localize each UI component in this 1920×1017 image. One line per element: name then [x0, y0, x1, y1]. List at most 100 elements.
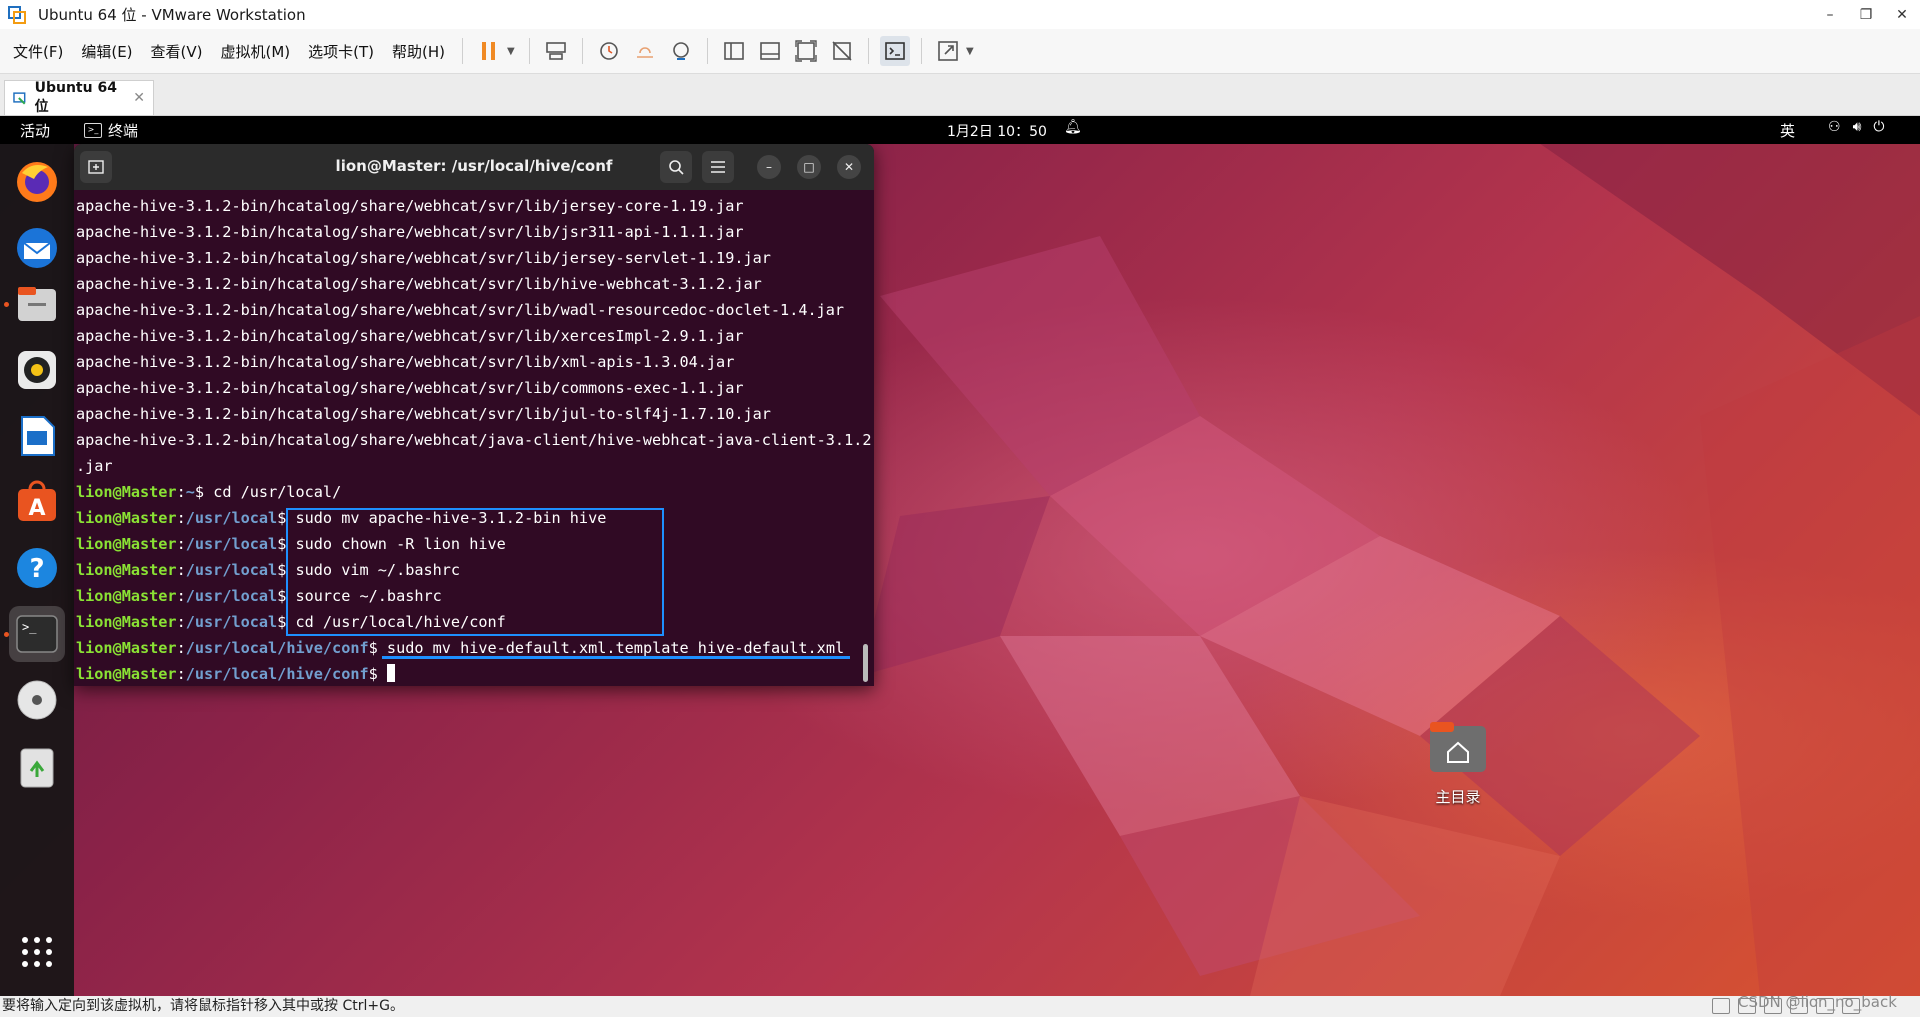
- home-folder-desktop-icon[interactable]: 主目录: [1428, 720, 1488, 807]
- prompt-user: lion@Master: [76, 483, 177, 501]
- power-icon: ⏻: [1873, 119, 1885, 135]
- prompt-dir: /usr/local: [185, 587, 278, 605]
- menu-vm[interactable]: 虚拟机(M): [212, 41, 300, 62]
- command-text: sudo chown -R lion hive: [295, 535, 506, 553]
- hdd-icon[interactable]: [1712, 998, 1730, 1014]
- volume-icon: 🔊︎: [1852, 119, 1862, 135]
- files-icon[interactable]: [9, 276, 65, 332]
- app-menu-label: 终端: [108, 122, 139, 140]
- terminal-title: lion@Master: /usr/local/hive/conf: [335, 157, 613, 175]
- output-line: apache-hive-3.1.2-bin/hcatalog/share/web…: [76, 197, 744, 215]
- snapshot-icon[interactable]: [594, 36, 624, 66]
- trash-icon[interactable]: [9, 738, 65, 794]
- prompt-user: lion@Master: [76, 613, 177, 631]
- prompt-user: lion@Master: [76, 509, 177, 527]
- pause-dropdown-icon[interactable]: ▼: [507, 46, 517, 57]
- terminal-close-icon[interactable]: ✕: [837, 155, 861, 179]
- input-method-indicator[interactable]: 英: [1780, 120, 1795, 141]
- terminal-icon[interactable]: >_: [9, 606, 65, 662]
- menu-edit[interactable]: 编辑(E): [72, 41, 141, 62]
- minimize-button[interactable]: –: [1812, 7, 1848, 23]
- toolbar-separator: [529, 38, 531, 64]
- output-line: apache-hive-3.1.2-bin/hcatalog/share/web…: [76, 327, 744, 345]
- prompt-dir: /usr/local: [185, 561, 278, 579]
- activities-button[interactable]: 活动: [20, 120, 50, 141]
- terminal-window[interactable]: lion@Master: /usr/local/hive/conf – □ ✕ …: [74, 144, 874, 686]
- clock[interactable]: 1月2日 10：50: [947, 121, 1047, 141]
- toolbar-separator: [462, 38, 464, 64]
- search-icon[interactable]: [660, 151, 692, 183]
- library-icon[interactable]: [719, 36, 749, 66]
- svg-text:?: ?: [29, 554, 44, 584]
- thunderbird-icon[interactable]: [9, 220, 65, 276]
- menu-file[interactable]: 文件(F): [0, 41, 72, 62]
- revert-snapshot-icon[interactable]: [630, 36, 660, 66]
- stretch-icon[interactable]: [933, 36, 963, 66]
- unity-icon[interactable]: [827, 36, 857, 66]
- terminal-header-bar[interactable]: lion@Master: /usr/local/hive/conf – □ ✕: [74, 144, 874, 190]
- prompt-user: lion@Master: [76, 561, 177, 579]
- prompt-line-active[interactable]: lion@Master:/usr/local/hive/conf$: [76, 661, 866, 686]
- vm-icon: [13, 92, 26, 105]
- status-hint: 要将输入定向到该虚拟机，请将鼠标指针移入其中或按 Ctrl+G。: [2, 998, 404, 1014]
- notification-bell-icon[interactable]: 🔔︎: [1064, 119, 1082, 135]
- vm-tab-bar: Ubuntu 64 位 ✕: [0, 74, 1920, 116]
- tab-label: Ubuntu 64 位: [34, 80, 117, 115]
- app-menu[interactable]: >_ 终端: [84, 120, 138, 141]
- menu-view[interactable]: 查看(V): [142, 41, 212, 62]
- prompt-dir: /usr/local/hive/conf: [185, 665, 369, 683]
- hamburger-menu-icon[interactable]: [702, 151, 734, 183]
- output-line: apache-hive-3.1.2-bin/hcatalog/share/web…: [76, 275, 762, 293]
- terminal-minimize-icon[interactable]: –: [757, 155, 781, 179]
- command-text: sudo mv apache-hive-3.1.2-bin hive: [295, 509, 607, 527]
- rhythmbox-icon[interactable]: [9, 342, 65, 398]
- svg-text:A: A: [28, 496, 45, 521]
- prompt-user: lion@Master: [76, 535, 177, 553]
- menu-help[interactable]: 帮助(H): [383, 41, 454, 62]
- menu-toolbar: 文件(F) 编辑(E) 查看(V) 虚拟机(M) 选项卡(T) 帮助(H) ▼ …: [0, 29, 1920, 74]
- tab-close-icon[interactable]: ✕: [133, 90, 145, 106]
- network-icon: ⚇: [1828, 119, 1841, 135]
- toolbar-separator: [707, 38, 709, 64]
- guest-screen[interactable]: 活动 >_ 终端 1月2日 10：50 🔔︎ 英 ⚇ 🔊︎ ⏻ A ? >_ l…: [0, 116, 1920, 996]
- output-line: .jar: [76, 457, 113, 475]
- prompt-dir: /usr/local: [185, 535, 278, 553]
- fullscreen-icon[interactable]: [791, 36, 821, 66]
- terminal-scrollbar[interactable]: [863, 644, 868, 682]
- terminal-output[interactable]: apache-hive-3.1.2-bin/hcatalog/share/web…: [76, 190, 872, 686]
- vmware-logo-icon: [8, 5, 26, 24]
- app-center-icon[interactable]: A: [9, 474, 65, 530]
- vmware-title-bar: Ubuntu 64 位 - VMware Workstation – ❐ ✕: [0, 0, 1920, 29]
- snapshot-manager-icon[interactable]: [666, 36, 696, 66]
- firefox-icon[interactable]: [9, 154, 65, 210]
- restore-button[interactable]: ❐: [1848, 7, 1884, 23]
- prompt-dir: /usr/local: [185, 509, 278, 527]
- home-folder-label: 主目录: [1435, 788, 1481, 806]
- gnome-top-bar: 活动 >_ 终端 1月2日 10：50 🔔︎ 英 ⚇ 🔊︎ ⏻: [0, 116, 1920, 144]
- show-apps-icon[interactable]: [9, 924, 65, 980]
- svg-text:>_: >_: [22, 620, 37, 634]
- prompt-user: lion@Master: [76, 639, 177, 657]
- ubuntu-dock: A ? >_: [0, 144, 74, 996]
- terminal-maximize-icon[interactable]: □: [797, 155, 821, 179]
- text-cursor: [386, 664, 395, 682]
- stretch-dropdown-icon[interactable]: ▼: [966, 46, 976, 57]
- console-icon[interactable]: [880, 36, 911, 66]
- window-title: Ubuntu 64 位 - VMware Workstation: [38, 6, 306, 24]
- send-keys-icon[interactable]: [541, 36, 571, 66]
- command-text: cd /usr/local/: [213, 483, 342, 501]
- help-icon[interactable]: ?: [9, 540, 65, 596]
- dvd-icon[interactable]: [9, 672, 65, 728]
- terminal-mini-icon: >_: [84, 123, 102, 138]
- command-text: cd /usr/local/hive/conf: [295, 613, 506, 631]
- tab-ubuntu-64[interactable]: Ubuntu 64 位 ✕: [4, 80, 154, 115]
- prompt-dir: /usr/local/hive/conf: [185, 639, 369, 657]
- thumbnail-icon[interactable]: [755, 36, 785, 66]
- close-button[interactable]: ✕: [1884, 7, 1920, 23]
- menu-tabs[interactable]: 选项卡(T): [299, 41, 383, 62]
- pause-icon[interactable]: [474, 36, 504, 66]
- toolbar-separator: [582, 38, 584, 64]
- system-tray[interactable]: ⚇ 🔊︎ ⏻: [1828, 119, 1884, 135]
- output-line: apache-hive-3.1.2-bin/hcatalog/share/web…: [76, 249, 771, 267]
- writer-icon[interactable]: [9, 408, 65, 464]
